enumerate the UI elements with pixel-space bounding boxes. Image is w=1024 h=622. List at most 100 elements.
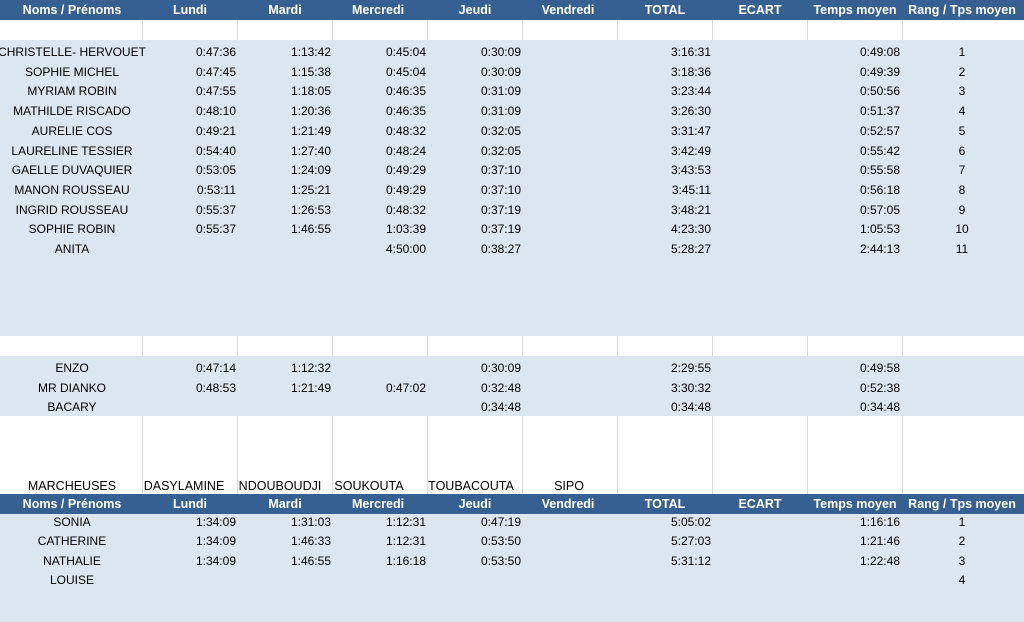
cell-rang: 8 [958, 182, 966, 197]
cell-name: GAELLE DUVAQUIER [11, 163, 133, 178]
cell-mardi: 1:31:03 [290, 515, 331, 529]
cell-name: NATHALIE [43, 553, 101, 568]
column-header: Rang / Tps moyen [908, 497, 1016, 511]
cell-total: 3:48:21 [670, 202, 711, 217]
cell-mercredi: 0:48:24 [385, 143, 426, 158]
cell-total: 5:28:27 [670, 242, 711, 256]
column-header: ECART [738, 497, 782, 511]
marcheuses-label: DASYLAMINE [143, 479, 225, 493]
table-row: SOPHIE MICHEL 0:47:45 1:15:38 0:45:04 0:30:0… [0, 62, 1024, 82]
cell-mercredi: 0:45:04 [385, 45, 426, 59]
cell-moyen: 0:49:08 [859, 45, 900, 59]
cell-mardi: 1:21:49 [290, 123, 331, 138]
cell-jeudi: 0:31:09 [480, 104, 521, 119]
table-row: MATHILDE RISCADO 0:48:10 1:20:36 0:46:35 0:3… [0, 101, 1024, 121]
cell-total: 3:42:49 [670, 143, 711, 158]
column-header: Vendredi [541, 497, 595, 511]
cell-rang: 9 [958, 202, 966, 217]
grid-line [332, 20, 333, 40]
cell-rang: 5 [958, 123, 966, 138]
cell-jeudi: 0:53:50 [480, 553, 521, 568]
cell-name: MANON ROUSSEAU [14, 182, 130, 197]
cell-name: CHRISTELLE- HERVOUET [0, 45, 146, 59]
cell-moyen: 1:16:16 [859, 515, 900, 529]
column-header: Lundi [172, 497, 208, 511]
grid-line [807, 336, 808, 356]
cell-rang: 6 [958, 143, 966, 158]
column-header: Noms / Prénoms [22, 497, 122, 511]
cell-total: 3:23:44 [670, 84, 711, 99]
cell-lundi: 0:47:14 [195, 361, 236, 375]
cell-mardi: 1:27:40 [290, 143, 331, 158]
cell-total: 3:31:47 [670, 123, 711, 138]
cell-total: 3:43:53 [670, 163, 711, 178]
cell-moyen: 0:55:42 [859, 143, 900, 158]
table-row: LOUISE 4 [0, 570, 1024, 590]
cell-name: LAURELINE TESSIER [11, 143, 133, 158]
cell-rang: 11 [955, 242, 969, 256]
cell-jeudi: 0:38:27 [480, 242, 521, 256]
cell-mercredi: 1:12:31 [385, 515, 426, 529]
cell-mercredi: 0:45:04 [385, 64, 426, 79]
cell-name: MYRIAM ROBIN [27, 84, 117, 99]
cell-jeudi: 0:53:50 [480, 534, 521, 549]
spreadsheet: Noms / Prénoms Lundi Mardi Mercredi Jeudi Ven… [0, 0, 1024, 622]
column-header: Temps moyen [813, 497, 897, 511]
cell-moyen: 0:55:58 [859, 163, 900, 178]
column-header: Temps moyen [813, 3, 897, 17]
grid-line [712, 336, 713, 356]
column-header: TOTAL [644, 497, 686, 511]
cell-mardi: 1:25:21 [290, 182, 331, 197]
cell-rang: 4 [958, 104, 966, 119]
cell-mardi: 1:46:33 [290, 534, 331, 549]
cell-name: BACARY [47, 400, 97, 415]
table-row: MYRIAM ROBIN 0:47:55 1:18:05 0:46:35 0:31:09… [0, 81, 1024, 101]
cell-lundi: 1:34:09 [195, 534, 236, 549]
cell-mercredi: 0:48:32 [385, 202, 426, 217]
column-header: Jeudi [458, 497, 492, 511]
cell-mercredi: 0:47:02 [385, 380, 426, 395]
cell-name: INGRID ROUSSEAU [15, 202, 129, 217]
cell-mercredi: 0:46:35 [385, 104, 426, 119]
cell-total: 3:30:32 [670, 380, 711, 395]
cell-rang: 10 [955, 222, 969, 237]
cell-moyen: 0:34:48 [859, 400, 900, 415]
grid-line [902, 20, 903, 40]
cell-mercredi: 1:16:18 [385, 553, 426, 568]
table-row: SOPHIE ROBIN 0:55:37 1:46:55 1:03:39 0:37:19… [0, 219, 1024, 239]
cell-lundi: 0:48:10 [195, 104, 236, 119]
table-row: AURELIE COS 0:49:21 1:21:49 0:48:32 0:32:05 3… [0, 121, 1024, 141]
column-header: Lundi [172, 3, 208, 17]
column-header: TOTAL [644, 3, 686, 17]
blank-row [0, 20, 1024, 40]
column-header: Mercredi [351, 3, 405, 17]
cell-total: 3:45:11 [671, 182, 711, 197]
cell-moyen: 2:44:13 [859, 242, 900, 256]
cell-lundi: 0:47:55 [195, 84, 236, 99]
cell-lundi: 0:47:45 [195, 64, 236, 79]
grid-line [522, 20, 523, 40]
column-header: ECART [738, 3, 782, 17]
cell-rang: 3 [958, 553, 966, 568]
cell-total: 3:16:31 [670, 45, 711, 59]
grid-line [237, 336, 238, 356]
cell-mercredi: 1:12:31 [385, 534, 426, 549]
grid-line [142, 336, 143, 356]
table-row: CATHERINE 1:34:09 1:46:33 1:12:31 0:53:50 5:2… [0, 531, 1024, 551]
grid-line [332, 336, 333, 356]
cell-mercredi: 0:49:29 [385, 163, 426, 178]
marcheuses-label: TOUBACOUTA [428, 479, 514, 493]
table-row: NATHALIE 1:34:09 1:46:55 1:16:18 0:53:50 5:31… [0, 551, 1024, 571]
cell-name: AURELIE COS [31, 123, 113, 138]
grid-line [427, 336, 428, 356]
cell-mardi: 1:26:53 [290, 202, 331, 217]
marcheuses-label: MARCHEUSES [27, 479, 117, 493]
cell-name: MATHILDE RISCADO [13, 104, 131, 119]
cell-mardi: 1:18:05 [290, 84, 331, 99]
cell-name: LOUISE [49, 573, 95, 588]
table-row: BACARY 0:34:48 0:34:48 0:34:48 [0, 397, 1024, 417]
cell-total: 5:31:12 [670, 553, 711, 568]
column-header: Jeudi [458, 3, 492, 17]
cell-mardi: 1:12:32 [290, 361, 331, 375]
cell-moyen: 0:49:58 [859, 361, 900, 375]
